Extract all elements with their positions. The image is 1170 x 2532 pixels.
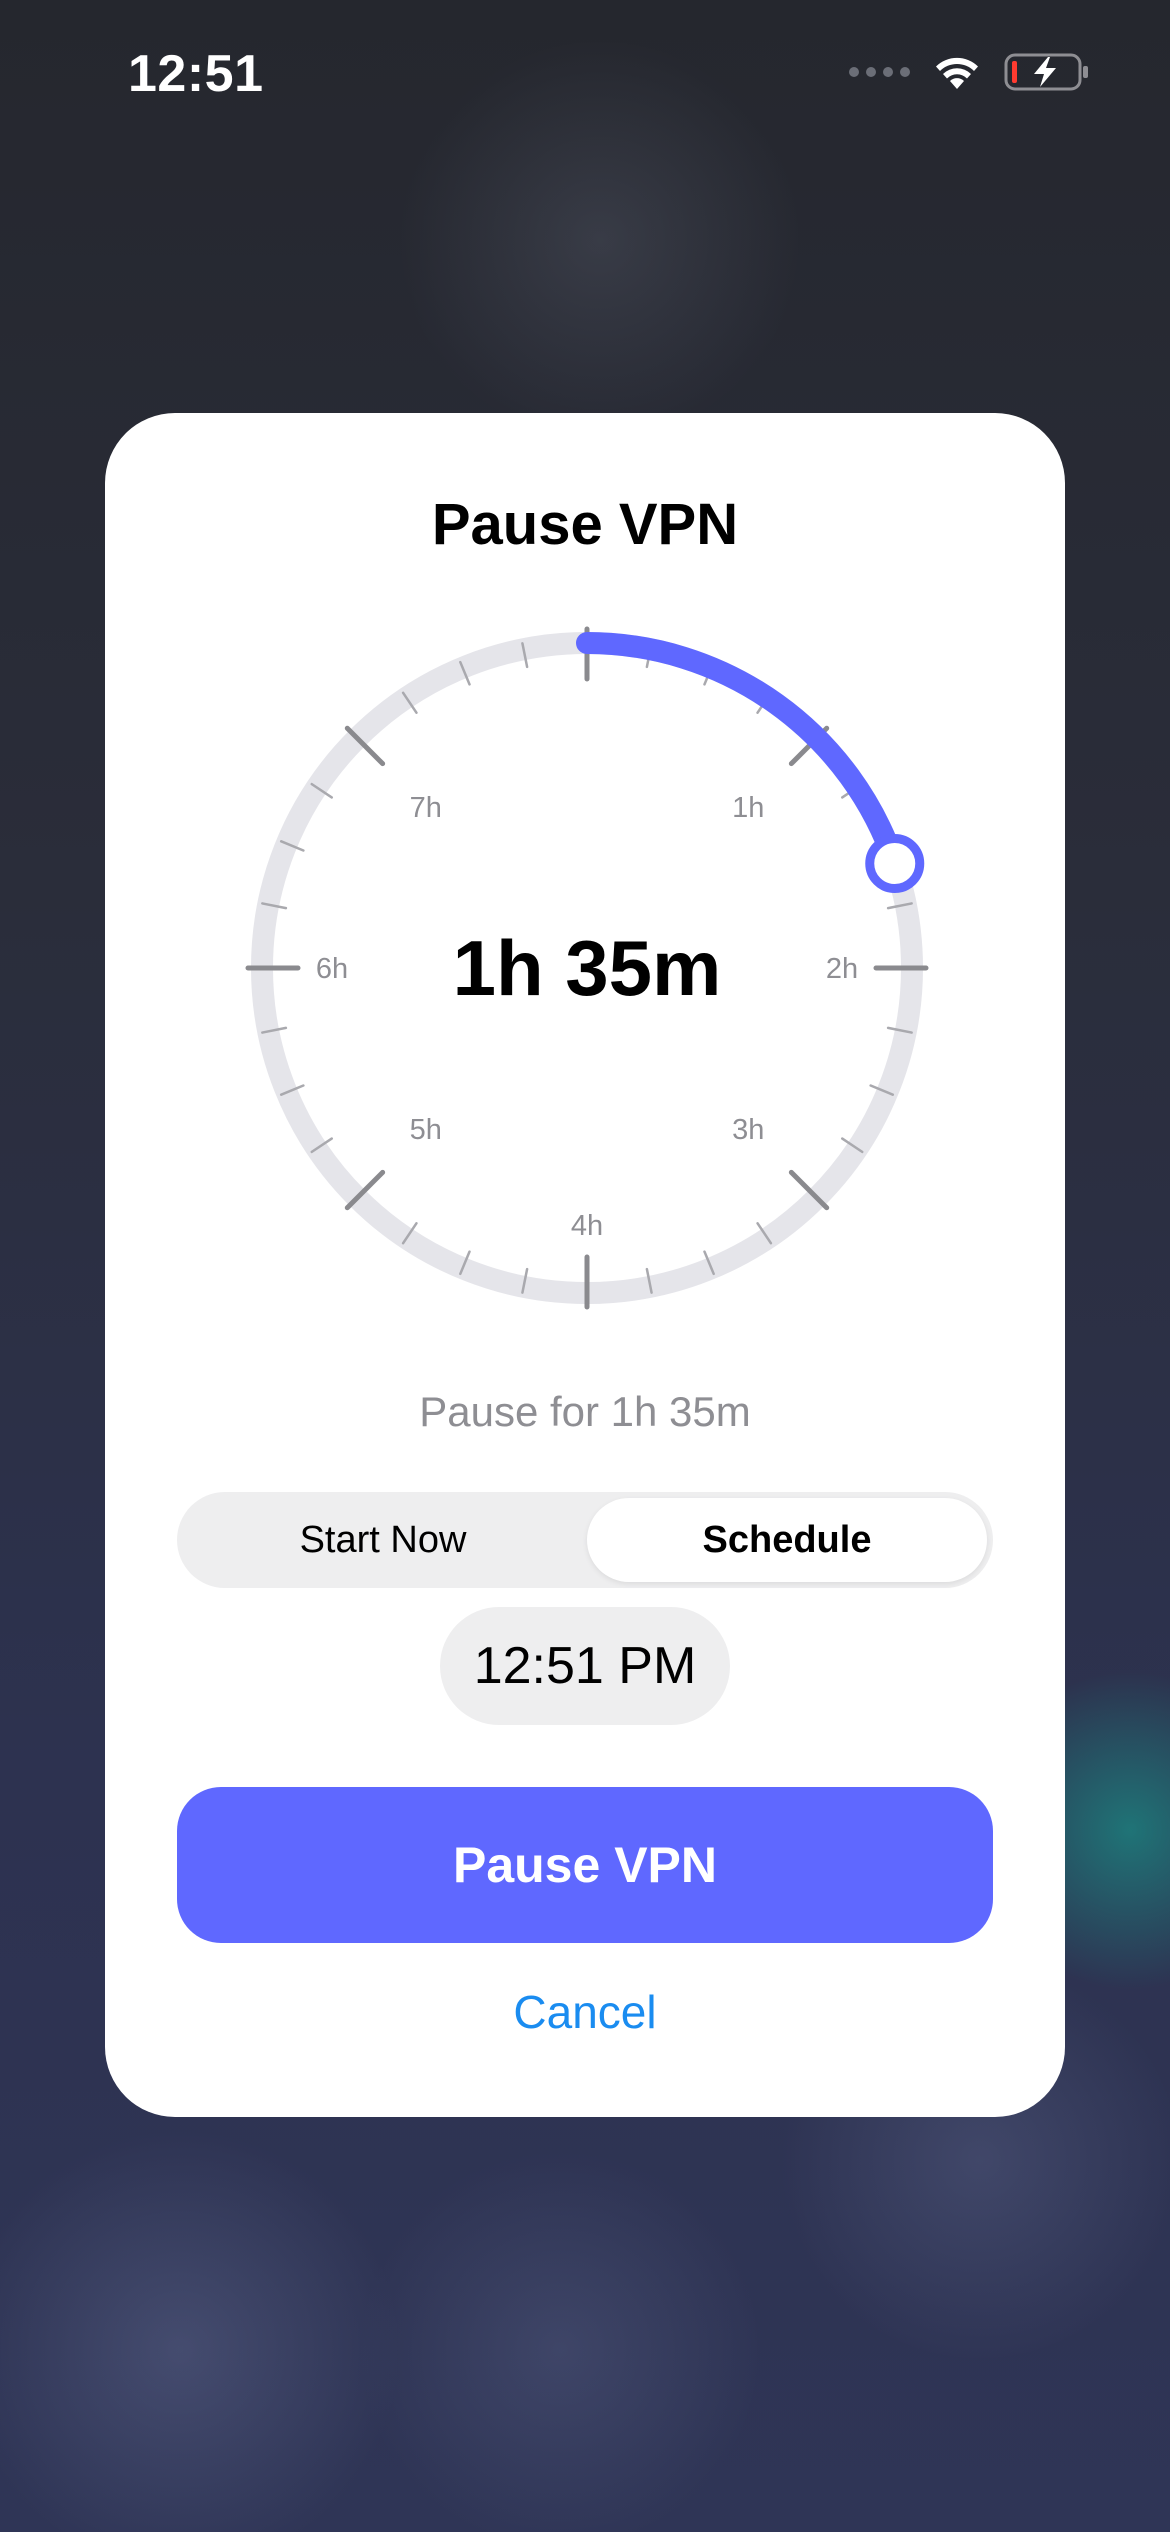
- pause-description: Pause for 1h 35m: [419, 1388, 751, 1435]
- status-bar: 12:51: [0, 0, 1170, 150]
- duration-dial[interactable]: 1h 2h 3h 4h 5h 6h 7h 1h 35m: [242, 623, 932, 1313]
- pause-vpn-button[interactable]: Pause VPN: [177, 1787, 993, 1943]
- battery-charging-icon: [1004, 53, 1088, 91]
- segment-schedule[interactable]: Schedule: [587, 1498, 987, 1582]
- wifi-icon: [936, 57, 978, 89]
- status-time: 12:51: [128, 45, 264, 103]
- pause-vpn-modal: Pause VPN 1h 2h 3h 4h 5h 6h 7h 1h 35m Pause fo…: [105, 413, 1065, 2117]
- dial-value: 1h 35m: [452, 923, 722, 1012]
- segment-start-now[interactable]: Start Now: [183, 1498, 583, 1582]
- cellular-signal-icon: [849, 67, 910, 77]
- cancel-button[interactable]: Cancel: [105, 1985, 1065, 2039]
- scheduled-time-picker[interactable]: 12:51 PM: [440, 1607, 730, 1725]
- start-mode-segmented-control: Start Now Schedule: [177, 1492, 993, 1588]
- status-icons: [849, 52, 1090, 92]
- modal-title: Pause VPN: [431, 492, 739, 557]
